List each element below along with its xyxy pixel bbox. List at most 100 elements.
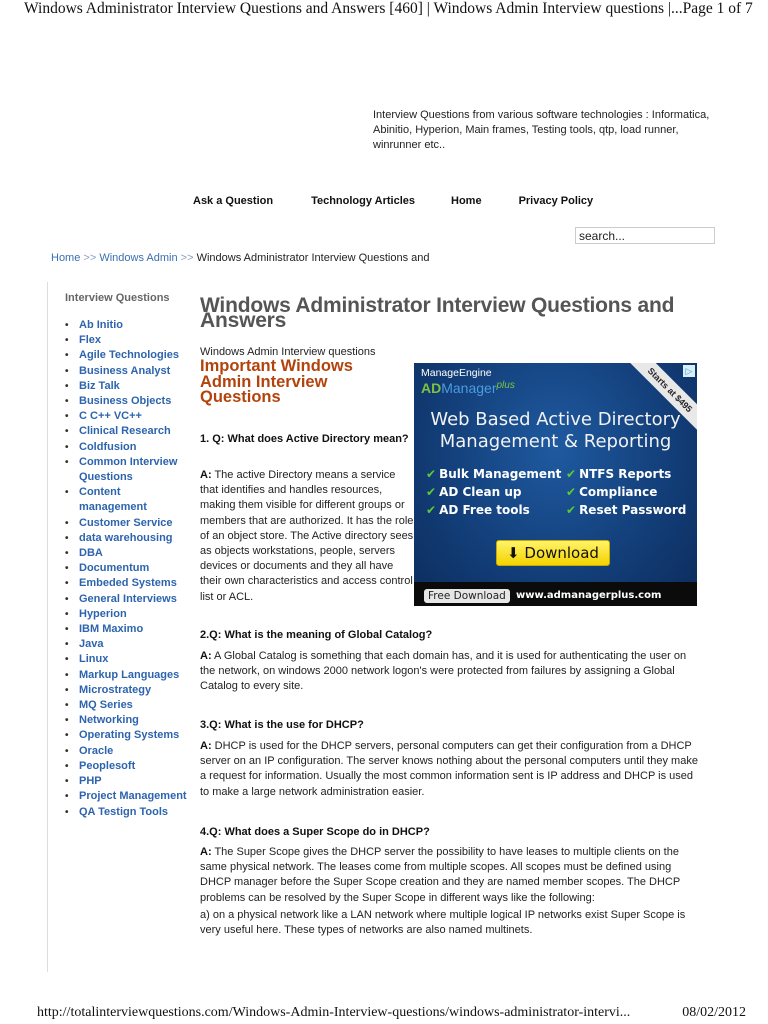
sidebar-item: Business Objects xyxy=(65,394,190,409)
answer-text: A Global Catalog is something that each … xyxy=(200,650,687,693)
sidebar-link[interactable]: DBA xyxy=(79,547,103,559)
sidebar-link[interactable]: Networking xyxy=(79,714,139,726)
sidebar-link[interactable]: Business Analyst xyxy=(79,365,170,377)
sidebar-link[interactable]: Business Objects xyxy=(79,395,171,407)
adchoices-icon[interactable]: ▷ xyxy=(683,365,695,377)
breadcrumb-separator: >> xyxy=(180,252,194,264)
sidebar-item: Hyperion xyxy=(65,607,190,622)
sidebar-item: MQ Series xyxy=(65,698,190,713)
nav-home[interactable]: Home xyxy=(451,195,482,207)
page-number: Page 1 of 7 xyxy=(682,0,753,17)
question-1: 1. Q: What does Active Directory mean? xyxy=(200,433,409,445)
sidebar-link[interactable]: General Interviews xyxy=(79,593,177,605)
sidebar-link[interactable]: Customer Service xyxy=(79,517,173,529)
sidebar-link[interactable]: Embeded Systems xyxy=(79,577,177,589)
ad-feature-label: Reset Password xyxy=(579,503,687,517)
sidebar-item: IBM Maximo xyxy=(65,622,190,637)
sidebar-link[interactable]: Oracle xyxy=(79,745,113,757)
sidebar-link[interactable]: Peoplesoft xyxy=(79,760,135,772)
sidebar-link[interactable]: Hyperion xyxy=(79,608,127,620)
ad-features: ✔ Bulk Management ✔ NTFS Reports ✔ AD Clean… xyxy=(426,467,696,517)
sidebar-title: Interview Questions xyxy=(65,292,170,304)
ad-headline-line-2: Management & Reporting xyxy=(439,431,672,452)
advertisement-banner[interactable]: ManageEngine ADManagerplus Starts at $49… xyxy=(414,363,697,606)
sidebar-item: Coldfusion xyxy=(65,440,190,455)
ad-feature: ✔ AD Clean up xyxy=(426,485,566,499)
sidebar-item: Peoplesoft xyxy=(65,759,190,774)
nav-privacy-policy[interactable]: Privacy Policy xyxy=(519,195,594,207)
sidebar-link[interactable]: Markup Languages xyxy=(79,669,179,681)
sidebar-link[interactable]: Agile Technologies xyxy=(79,349,179,361)
question-4: 4.Q: What does a Super Scope do in DHCP? xyxy=(200,826,430,838)
print-header: Windows Administrator Interview Question… xyxy=(24,0,753,22)
ad-feature: ✔ Compliance xyxy=(566,485,696,499)
checkmark-icon: ✔ xyxy=(566,485,577,499)
print-url: http://totalinterviewquestions.com/Windo… xyxy=(37,1005,631,1020)
sidebar-item: Project Management xyxy=(65,789,190,804)
sidebar-item: Business Analyst xyxy=(65,364,190,379)
answer-label: A: xyxy=(200,846,212,858)
sidebar-link[interactable]: Flex xyxy=(79,334,101,346)
ad-free-download-button[interactable]: Free Download xyxy=(424,589,510,603)
section-heading: Important Windows Admin Interview Questi… xyxy=(200,357,353,406)
ad-feature-label: AD Free tools xyxy=(439,503,530,517)
sidebar-link[interactable]: Ab Initio xyxy=(79,319,123,331)
sidebar-list: Ab Initio Flex Agile Technologies Business … xyxy=(65,318,190,820)
sidebar-link[interactable]: Linux xyxy=(79,653,108,665)
sidebar-link[interactable]: IBM Maximo xyxy=(79,623,143,635)
sidebar-item: Java xyxy=(65,637,190,652)
sidebar-link[interactable]: data warehousing xyxy=(79,532,173,544)
ad-headline: Web Based Active Directory Management & … xyxy=(414,409,697,453)
ad-feature-label: AD Clean up xyxy=(439,485,522,499)
checkmark-icon: ✔ xyxy=(566,503,577,517)
ad-brand-logo: ADManagerplus xyxy=(421,380,515,396)
sidebar-item: PHP xyxy=(65,774,190,789)
answer-label: A: xyxy=(200,650,212,662)
sidebar-link[interactable]: Clinical Research xyxy=(79,425,171,437)
ad-feature: ✔ Reset Password xyxy=(566,503,696,517)
sidebar-link[interactable]: Java xyxy=(79,638,103,650)
nav-ask-question[interactable]: Ask a Question xyxy=(193,195,273,207)
ad-brand-top: ManageEngine xyxy=(421,367,492,379)
ad-feature-label: Bulk Management xyxy=(439,467,562,481)
sidebar-item: Agile Technologies xyxy=(65,348,190,363)
ad-headline-line-1: Web Based Active Directory xyxy=(430,409,681,430)
sidebar-link[interactable]: Documentum xyxy=(79,562,149,574)
sidebar-item: QA Testign Tools xyxy=(65,805,190,820)
ad-download-button[interactable]: ⬇ Download xyxy=(496,540,610,566)
sidebar-item: Microstrategy xyxy=(65,683,190,698)
ad-feature: ✔ AD Free tools xyxy=(426,503,566,517)
answer-label: A: xyxy=(200,740,212,752)
sidebar-link[interactable]: Project Management xyxy=(79,790,187,802)
sidebar-item: Linux xyxy=(65,652,190,667)
ad-brand-manager: Manager xyxy=(441,380,497,396)
sidebar-item: Content management xyxy=(65,485,190,515)
question-3: 3.Q: What is the use for DHCP? xyxy=(200,719,364,731)
sidebar-item: Common Interview Questions xyxy=(65,455,190,485)
sidebar-link[interactable]: Coldfusion xyxy=(79,441,136,453)
checkmark-icon: ✔ xyxy=(426,467,437,481)
sidebar-link[interactable]: Microstrategy xyxy=(79,684,151,696)
page-title: Windows Administrator Interview Question… xyxy=(200,294,675,332)
sidebar-link[interactable]: C C++ VC++ xyxy=(79,410,142,422)
sidebar-link[interactable]: MQ Series xyxy=(79,699,133,711)
breadcrumb-home[interactable]: Home xyxy=(51,252,80,264)
sidebar-link[interactable]: PHP xyxy=(79,775,102,787)
sidebar-link[interactable]: Common Interview Questions xyxy=(79,456,177,483)
breadcrumb-current: Windows Administrator Interview Question… xyxy=(196,252,430,264)
sidebar-link[interactable]: QA Testign Tools xyxy=(79,806,168,818)
ad-feature-label: NTFS Reports xyxy=(579,467,672,481)
nav-technology-articles[interactable]: Technology Articles xyxy=(311,195,415,207)
breadcrumb-windows-admin[interactable]: Windows Admin xyxy=(99,252,177,264)
ad-feature: ✔ Bulk Management xyxy=(426,467,566,481)
sidebar-item: Documentum xyxy=(65,561,190,576)
answer-4-extra: a) on a physical network like a LAN netw… xyxy=(200,909,686,937)
answer-label: A: xyxy=(200,469,212,481)
sidebar-link[interactable]: Operating Systems xyxy=(79,729,179,741)
sidebar: Interview Questions Ab Initio Flex Agile T… xyxy=(47,282,188,972)
checkmark-icon: ✔ xyxy=(426,503,437,517)
sidebar-link[interactable]: Content management xyxy=(79,486,147,513)
ad-download-label: Download xyxy=(524,544,599,562)
search-input[interactable] xyxy=(575,227,715,244)
sidebar-link[interactable]: Biz Talk xyxy=(79,380,120,392)
